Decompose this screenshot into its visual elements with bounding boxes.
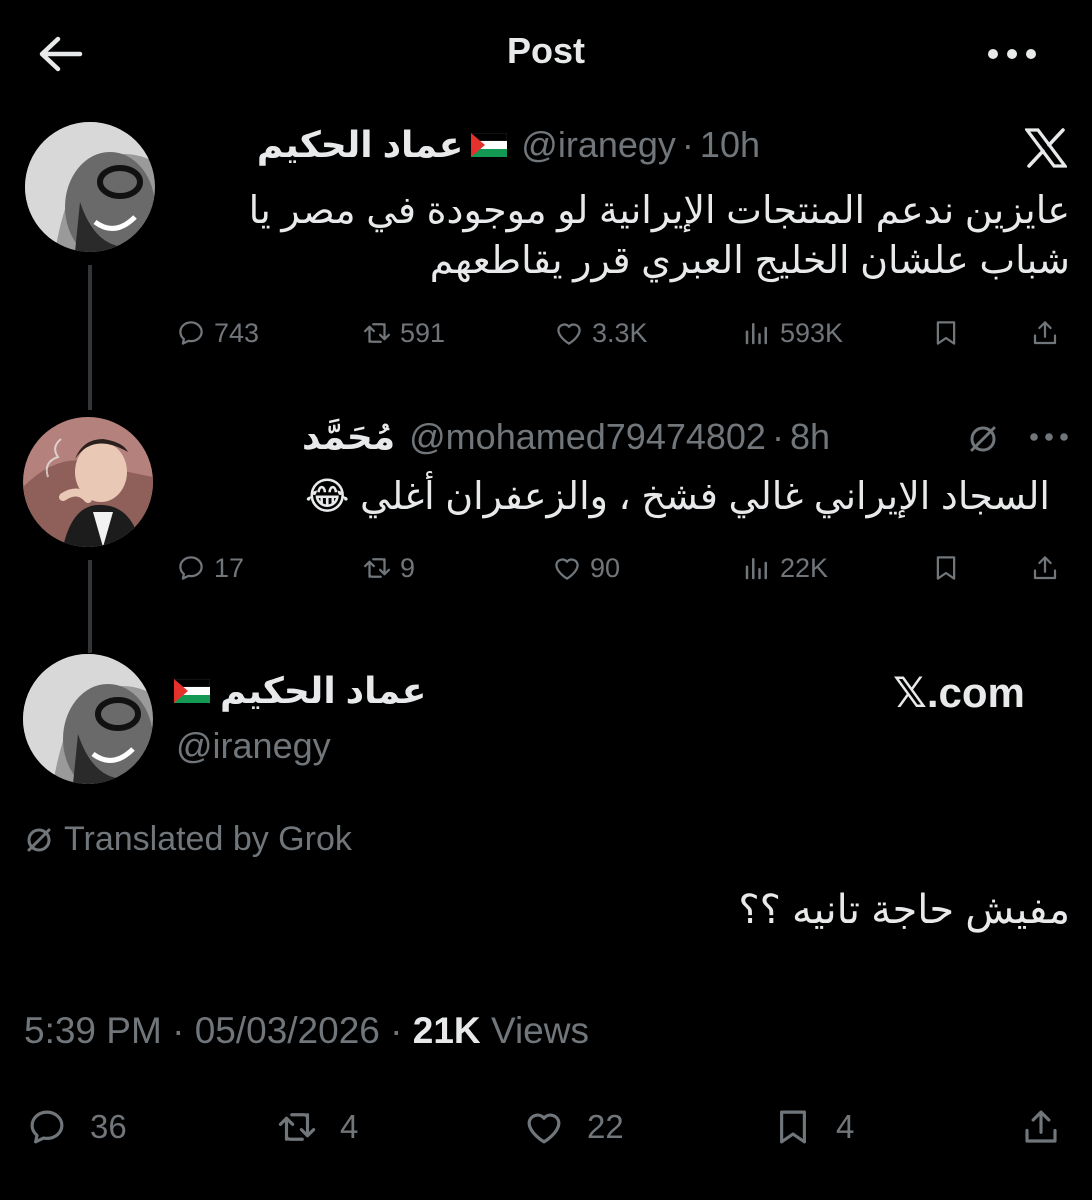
repost-icon [364, 323, 390, 343]
bookmark-button[interactable] [931, 548, 961, 588]
post-time: 5:39 PM [24, 1010, 162, 1051]
like-icon [557, 323, 581, 345]
share-icon [1025, 1110, 1057, 1143]
like-icon [555, 558, 579, 580]
tweet-text: عايزين ندعم المنتجات الإيرانية لو موجودة… [248, 190, 1070, 282]
page-title: Post [506, 30, 585, 71]
author-name-row: عماد الحكيم [170, 663, 470, 719]
views-icon [745, 558, 767, 580]
views-icon [745, 323, 767, 345]
share-icon [1033, 321, 1057, 345]
post-text: مفيش حاجة تانيه ؟؟ [738, 888, 1070, 932]
bookmark-button[interactable] [931, 313, 961, 353]
post-date: 05/03/2026 [194, 1010, 380, 1051]
grok-icon [27, 828, 51, 851]
palestine-flag-icon [471, 133, 508, 157]
author-handle[interactable]: @iranegy [521, 124, 676, 166]
bookmark-icon [936, 556, 956, 580]
palestine-flag-icon [174, 679, 210, 703]
views-label: Views [490, 1010, 589, 1051]
avatar[interactable] [23, 417, 153, 547]
bookmark-icon [780, 1110, 806, 1144]
reply-button[interactable]: 743 [176, 313, 259, 353]
post-time[interactable]: 8h [790, 416, 830, 458]
reply-icon [30, 1110, 64, 1144]
author-name[interactable]: عماد الحكيم [257, 124, 463, 166]
tweet-text: السجاد الإيراني غالي فشخ ، والزعفران أغل… [305, 476, 1050, 518]
translation-row[interactable]: Translated by Grok [22, 820, 352, 859]
post-actions: 36 4 22 4 [0, 1104, 1092, 1150]
reply-icon [179, 556, 203, 580]
tweet-header: عماد الحكيم @iranegy · 10h [256, 124, 760, 166]
reply-button[interactable]: 17 [176, 548, 244, 588]
more-button[interactable] [985, 40, 1039, 68]
more-icon [988, 49, 1036, 59]
more-button[interactable] [1028, 427, 1070, 447]
share-button[interactable] [1030, 548, 1060, 588]
tweet-actions: 743 591 3.3K 593K [0, 313, 1092, 353]
author-handle[interactable]: @mohamed79474802 [409, 416, 766, 458]
avatar[interactable] [23, 654, 153, 784]
views-button[interactable]: 22K [742, 548, 828, 588]
reply-icon [179, 321, 203, 345]
source-label: 𝕏.com [893, 669, 1025, 716]
bookmark-button[interactable]: 4 [772, 1104, 854, 1150]
author-name[interactable]: عماد الحكيم [220, 670, 426, 712]
grok-icon [966, 422, 1000, 456]
share-button[interactable] [1020, 1104, 1062, 1150]
post-meta: 5:39 PM · 05/03/2026 · 21K Views [24, 1010, 589, 1051]
like-button[interactable]: 22 [523, 1104, 624, 1150]
share-button[interactable] [1030, 313, 1060, 353]
like-icon [527, 1113, 561, 1144]
repost-button[interactable]: 9 [362, 548, 415, 588]
like-button[interactable]: 3.3K [554, 313, 648, 353]
more-icon [1030, 433, 1068, 441]
x-logo-icon [1023, 128, 1069, 168]
like-button[interactable]: 90 [552, 548, 620, 588]
bookmark-icon [936, 321, 956, 345]
avatar[interactable] [25, 122, 155, 252]
repost-button[interactable]: 591 [362, 313, 445, 353]
repost-icon [364, 558, 390, 578]
post-time[interactable]: 10h [700, 124, 760, 166]
repost-button[interactable]: 4 [276, 1104, 358, 1150]
views-button[interactable]: 593K [742, 313, 843, 353]
views-count[interactable]: 21K [413, 1010, 481, 1051]
tweet-header: مُحَمَّد @mohamed79474802 · 8h [301, 416, 830, 458]
repost-icon [278, 1113, 316, 1141]
author-handle[interactable]: @iranegy [176, 725, 331, 767]
share-icon [1033, 556, 1057, 580]
author-name[interactable]: مُحَمَّد [302, 416, 395, 458]
translated-label: Translated by Grok [64, 820, 352, 858]
reply-button[interactable]: 36 [26, 1104, 127, 1150]
tweet-actions: 17 9 90 22K [0, 548, 1092, 588]
